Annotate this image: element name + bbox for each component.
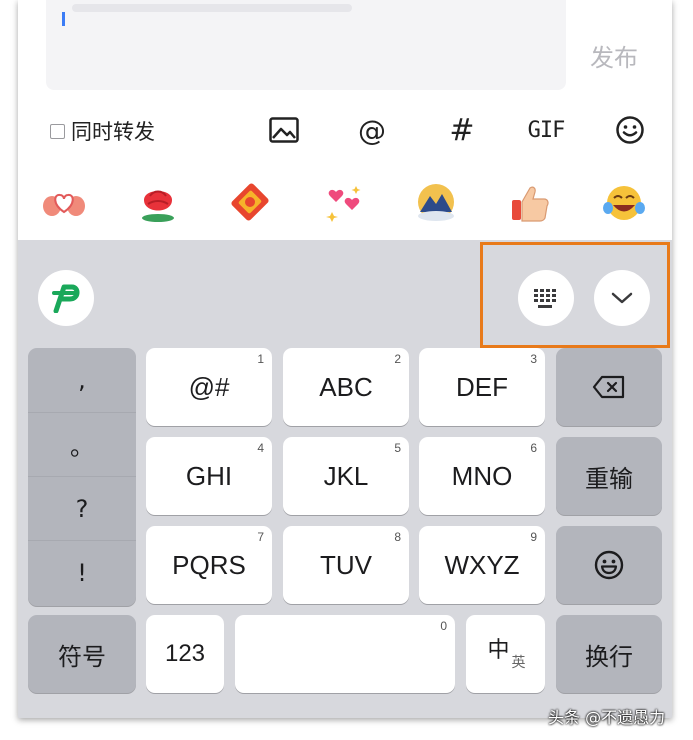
key-9-label: WXYZ (444, 549, 520, 580)
key-5-number: 5 (394, 441, 401, 455)
repost-option[interactable]: 同时转发 (50, 116, 155, 146)
mountain-sticker[interactable] (414, 182, 458, 224)
punctuation-column: , 。 ? ! (28, 348, 136, 606)
sparkles-hearts-sticker[interactable] (322, 182, 366, 224)
key-4-label: GHI (185, 460, 233, 491)
key-3[interactable]: DEF 3 (419, 348, 545, 426)
key-2-label: ABC (319, 371, 373, 402)
key-2[interactable]: ABC 2 (283, 348, 409, 426)
space-key-number: 0 (440, 619, 447, 633)
return-key[interactable]: 换行 (556, 615, 662, 693)
rose-sticker[interactable] (136, 182, 180, 224)
emoji-key[interactable] (556, 526, 662, 604)
punct-comma-key[interactable]: , (28, 348, 136, 412)
key-4-number: 4 (257, 441, 264, 455)
retype-key[interactable]: 重输 (556, 437, 662, 515)
lang-main-label: 中 (487, 638, 510, 663)
gif-icon[interactable]: GIF (526, 112, 566, 148)
punct-exclaim-key[interactable]: ! (28, 540, 136, 604)
red-envelope-sticker[interactable] (228, 182, 272, 224)
backspace-key[interactable] (556, 348, 662, 426)
text-cursor (62, 12, 65, 26)
sticker-row (18, 168, 672, 240)
heart-hands-sticker[interactable] (42, 182, 86, 224)
key-7-label: PQRS (172, 549, 246, 580)
key-6-label: MNO (451, 460, 513, 491)
repost-checkbox[interactable] (50, 123, 65, 139)
key-1[interactable]: @# 1 (146, 348, 272, 426)
thumbs-up-sticker[interactable] (508, 182, 552, 224)
highlight-box (480, 242, 670, 348)
compose-text-area[interactable] (46, 0, 566, 90)
key-9[interactable]: WXYZ 9 (419, 526, 545, 604)
key-5-label: JKL (323, 460, 369, 491)
key-8[interactable]: TUV 8 (283, 526, 409, 604)
mention-icon[interactable]: @ (352, 112, 392, 148)
punct-period-key[interactable]: 。 (28, 412, 136, 476)
key-3-label: DEF (456, 371, 508, 402)
compose-toolbar: 同时转发 @ # GIF (18, 108, 672, 152)
symbols-key[interactable]: 符号 (28, 615, 136, 693)
input-method-logo-icon[interactable] (38, 270, 94, 326)
keyboard: , 。 ? ! @# 1 ABC 2 DEF 3 GHI 4 JKL 5 MNO… (18, 240, 672, 718)
lang-sub-label: 英 (511, 655, 526, 671)
app-window: 发布 同时转发 @ # GIF , 。 ? ! @# 1 ABC 2 DEF 3… (18, 0, 672, 718)
key-6-number: 6 (530, 441, 537, 455)
key-1-number: 1 (257, 352, 264, 366)
key-9-number: 9 (530, 530, 537, 544)
key-6[interactable]: MNO 6 (419, 437, 545, 515)
punct-question-key[interactable]: ? (28, 476, 136, 540)
language-switch-key[interactable]: 中 英 (466, 615, 545, 693)
numbers-key[interactable]: 123 (146, 615, 224, 693)
hashtag-icon[interactable]: # (442, 112, 482, 148)
watermark: 头条 @不遗愚力 (548, 708, 666, 727)
compose-text-content (72, 4, 352, 12)
space-key[interactable]: 0 (235, 615, 455, 693)
key-7-number: 7 (257, 530, 264, 544)
laughing-crying-sticker[interactable] (602, 182, 646, 224)
key-1-label: @# (188, 371, 230, 402)
key-8-number: 8 (394, 530, 401, 544)
emoji-keyboard-icon (594, 550, 624, 580)
key-5[interactable]: JKL 5 (283, 437, 409, 515)
key-3-number: 3 (530, 352, 537, 366)
key-2-number: 2 (394, 352, 401, 366)
emoji-icon[interactable] (612, 112, 648, 148)
repost-label: 同时转发 (71, 120, 155, 144)
backspace-icon (592, 375, 625, 399)
key-4[interactable]: GHI 4 (146, 437, 272, 515)
key-7[interactable]: PQRS 7 (146, 526, 272, 604)
key-8-label: TUV (320, 549, 372, 580)
image-icon[interactable] (266, 112, 302, 148)
publish-button[interactable]: 发布 (590, 38, 638, 73)
